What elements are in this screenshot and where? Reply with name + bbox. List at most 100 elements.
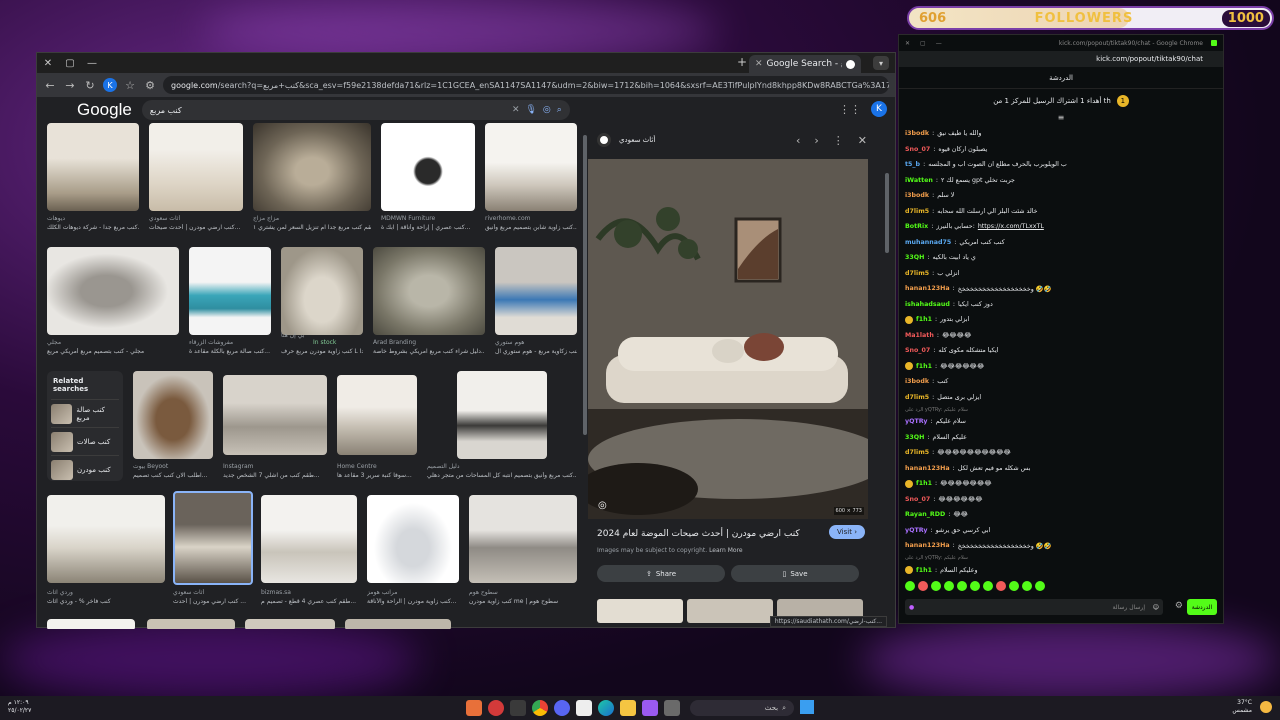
chat-username[interactable]: muhannad75 bbox=[905, 239, 951, 246]
chat-username[interactable]: yQTRy bbox=[905, 418, 927, 425]
result-image[interactable] bbox=[367, 495, 459, 583]
tab-google-search[interactable]: ✕ Google Search - كنب مربع bbox=[749, 55, 861, 73]
tab-close-icon[interactable]: ✕ bbox=[755, 59, 763, 69]
result-title[interactable]: طقم كنب من آشلي 7 الشخص جديد... bbox=[223, 472, 327, 479]
chat-username[interactable]: f1h1 bbox=[916, 363, 932, 370]
result-image[interactable] bbox=[149, 123, 243, 211]
more-options-icon[interactable]: ⋮ bbox=[833, 134, 844, 147]
preview-image[interactable]: 600 × 773 ◎ bbox=[588, 159, 868, 519]
search-query[interactable]: كنب مربع bbox=[150, 106, 506, 115]
chat-input[interactable]: إرسال رسالة ☺ ● bbox=[905, 599, 1163, 615]
chat-message[interactable]: Sno_07: 😂😂😂😂😂😂 bbox=[905, 492, 1215, 508]
chat-username[interactable]: BotRix bbox=[905, 223, 928, 230]
site-info-icon[interactable]: ⚙ bbox=[143, 79, 157, 92]
result-source[interactable]: Arad Branding bbox=[373, 339, 485, 346]
result-source[interactable]: riverhome.com bbox=[485, 215, 577, 222]
preview-scrollbar[interactable] bbox=[885, 173, 889, 253]
minimize-icon[interactable]: — bbox=[81, 53, 103, 73]
chat-message[interactable]: hanan123Ha: وخخخخخخخخخخخخخخخخخخ 🤣🤣 bbox=[905, 538, 1215, 554]
result-source[interactable]: Home Centre bbox=[337, 463, 417, 470]
app-icon[interactable] bbox=[642, 700, 658, 716]
save-button[interactable]: ▯ Save bbox=[731, 565, 859, 582]
result-image[interactable] bbox=[261, 495, 357, 583]
close-preview-icon[interactable]: ✕ bbox=[858, 134, 867, 147]
chat-username[interactable]: d7lim5 bbox=[905, 449, 929, 456]
result-title[interactable]: طقم كنب عصري 4 قطع - تصميم م... bbox=[261, 598, 357, 605]
reload-icon[interactable]: ↻ bbox=[83, 79, 97, 92]
related-image[interactable] bbox=[597, 599, 683, 623]
result-source[interactable]: أثاث سعودي bbox=[173, 589, 253, 596]
emote-icon[interactable] bbox=[983, 581, 993, 591]
result-source[interactable]: مفروشات الزرقاء bbox=[189, 339, 271, 346]
chat-message[interactable]: f1h1: 😂😂😂😂😂😂😂 bbox=[905, 476, 1215, 492]
result-image[interactable] bbox=[457, 371, 547, 459]
voice-search-icon[interactable]: 🎙 bbox=[525, 105, 536, 115]
result-title[interactable]: كنب مربع وأنيق بتصميم انتبه كل المساحات … bbox=[427, 472, 577, 479]
result-title[interactable]: كنب زاوية مودرن | الراحة والأناقة... bbox=[367, 598, 459, 605]
emote-icon[interactable] bbox=[970, 581, 980, 591]
preview-source[interactable]: أثاث سعودي bbox=[619, 136, 788, 144]
chat-message[interactable]: d7lim5: 😂😂😂😂😂😂😂😂😂😂 bbox=[905, 445, 1215, 461]
close-window-icon[interactable]: ✕ bbox=[905, 40, 910, 47]
app-icon[interactable] bbox=[576, 700, 592, 716]
chat-message[interactable]: f1h1: 😂😂😂😂😂😂 bbox=[905, 359, 1215, 375]
emote-icon[interactable] bbox=[905, 581, 915, 591]
chat-message[interactable]: iWatten: يسمع لك ٢ gpt جربت تخلي bbox=[905, 173, 1215, 189]
chat-username[interactable]: i3bodk bbox=[905, 378, 929, 385]
result-title[interactable]: دليل شراء كنب مربع امريكي بشروط خاصة... bbox=[373, 348, 485, 355]
chat-username[interactable]: d7lim5 bbox=[905, 208, 929, 215]
chat-message[interactable]: f1h1: وعليكم السلام bbox=[905, 563, 1215, 579]
profile-icon[interactable]: K bbox=[103, 78, 117, 92]
chat-username[interactable]: f1h1 bbox=[916, 567, 932, 574]
chat-message[interactable]: BotRix: حسابي بالنيرز: https://x.com/TLxxT… bbox=[905, 219, 1215, 235]
result-source[interactable]: وردي اثاث bbox=[47, 589, 165, 596]
result-title[interactable]: كنب عصري | إراحة وأناقة | ابك ة... bbox=[381, 224, 475, 231]
result-source[interactable]: bizmas.sa bbox=[261, 589, 357, 596]
chat-message[interactable]: hanan123Ha: بس شكله مو فيم تعش لكل bbox=[905, 461, 1215, 477]
google-logo[interactable]: Google bbox=[77, 100, 132, 120]
result-image[interactable] bbox=[173, 491, 253, 585]
mic-icon[interactable]: ● bbox=[909, 604, 914, 611]
chat-message[interactable]: Rayan_RDD: 😂😂 bbox=[905, 507, 1215, 523]
chat-username[interactable]: f1h1 bbox=[916, 480, 932, 487]
emote-icon[interactable] bbox=[944, 581, 954, 591]
result-image[interactable] bbox=[47, 619, 135, 629]
result-title[interactable]: كنب صالة مربع بالكلة مقاعد ة... bbox=[189, 348, 271, 355]
result-image[interactable] bbox=[485, 123, 577, 211]
share-button[interactable]: ⇪ Share bbox=[597, 565, 725, 582]
chat-message[interactable]: ishahadsaud: دوز كنب ايكيا bbox=[905, 297, 1215, 313]
chat-username[interactable]: 33QH bbox=[905, 434, 924, 441]
result-title[interactable]: اطلب الان كنب كنب تصميم... bbox=[133, 472, 213, 479]
result-image[interactable] bbox=[373, 247, 485, 335]
result-image[interactable] bbox=[47, 247, 179, 335]
related-search-item[interactable]: كنب صالات bbox=[51, 427, 119, 455]
chat-username[interactable]: Sno_07 bbox=[905, 347, 930, 354]
chat-username[interactable]: t5_b bbox=[905, 161, 920, 168]
chrome-taskbar-icon[interactable] bbox=[532, 700, 548, 716]
taskbar-weather[interactable]: 37°C مشمس bbox=[1232, 699, 1252, 715]
edge-taskbar-icon[interactable] bbox=[598, 700, 614, 716]
result-source[interactable]: مراتب هومز bbox=[367, 589, 459, 596]
result-image[interactable] bbox=[245, 619, 335, 629]
lens-search-icon[interactable]: ◎ bbox=[598, 500, 607, 511]
chat-message[interactable]: Sno_07: ايكيا متشكله مكوى كله bbox=[905, 343, 1215, 359]
chat-username[interactable]: 33QH bbox=[905, 254, 924, 261]
result-image[interactable] bbox=[253, 123, 371, 211]
result-title[interactable]: مجلي - كنب بتصميم مربع أمريكي مربع bbox=[47, 348, 179, 355]
chat-username[interactable]: Sno_07 bbox=[905, 146, 930, 153]
result-title[interactable]: كنب زكاوية مربع - هوم ستوري ال... bbox=[495, 348, 577, 355]
emote-icon[interactable] bbox=[1035, 581, 1045, 591]
account-avatar[interactable]: K bbox=[871, 101, 887, 117]
result-image[interactable] bbox=[281, 247, 363, 335]
prev-arrow-icon[interactable]: ‹ bbox=[796, 134, 800, 147]
app-icon[interactable] bbox=[466, 700, 482, 716]
result-title[interactable]: كنب فاخر % - وردي اثاث bbox=[47, 598, 165, 605]
forward-icon[interactable]: → bbox=[63, 79, 77, 92]
close-window-icon[interactable]: ✕ bbox=[37, 53, 59, 73]
emote-icon[interactable] bbox=[1009, 581, 1019, 591]
back-icon[interactable]: ← bbox=[43, 79, 57, 92]
result-title[interactable]: كنب ارضي مودرن | أحدث ... bbox=[173, 598, 253, 605]
emote-icon[interactable] bbox=[918, 581, 928, 591]
maximize-icon[interactable]: ▢ bbox=[920, 40, 926, 47]
search-icon[interactable]: ⌕ bbox=[557, 105, 562, 115]
